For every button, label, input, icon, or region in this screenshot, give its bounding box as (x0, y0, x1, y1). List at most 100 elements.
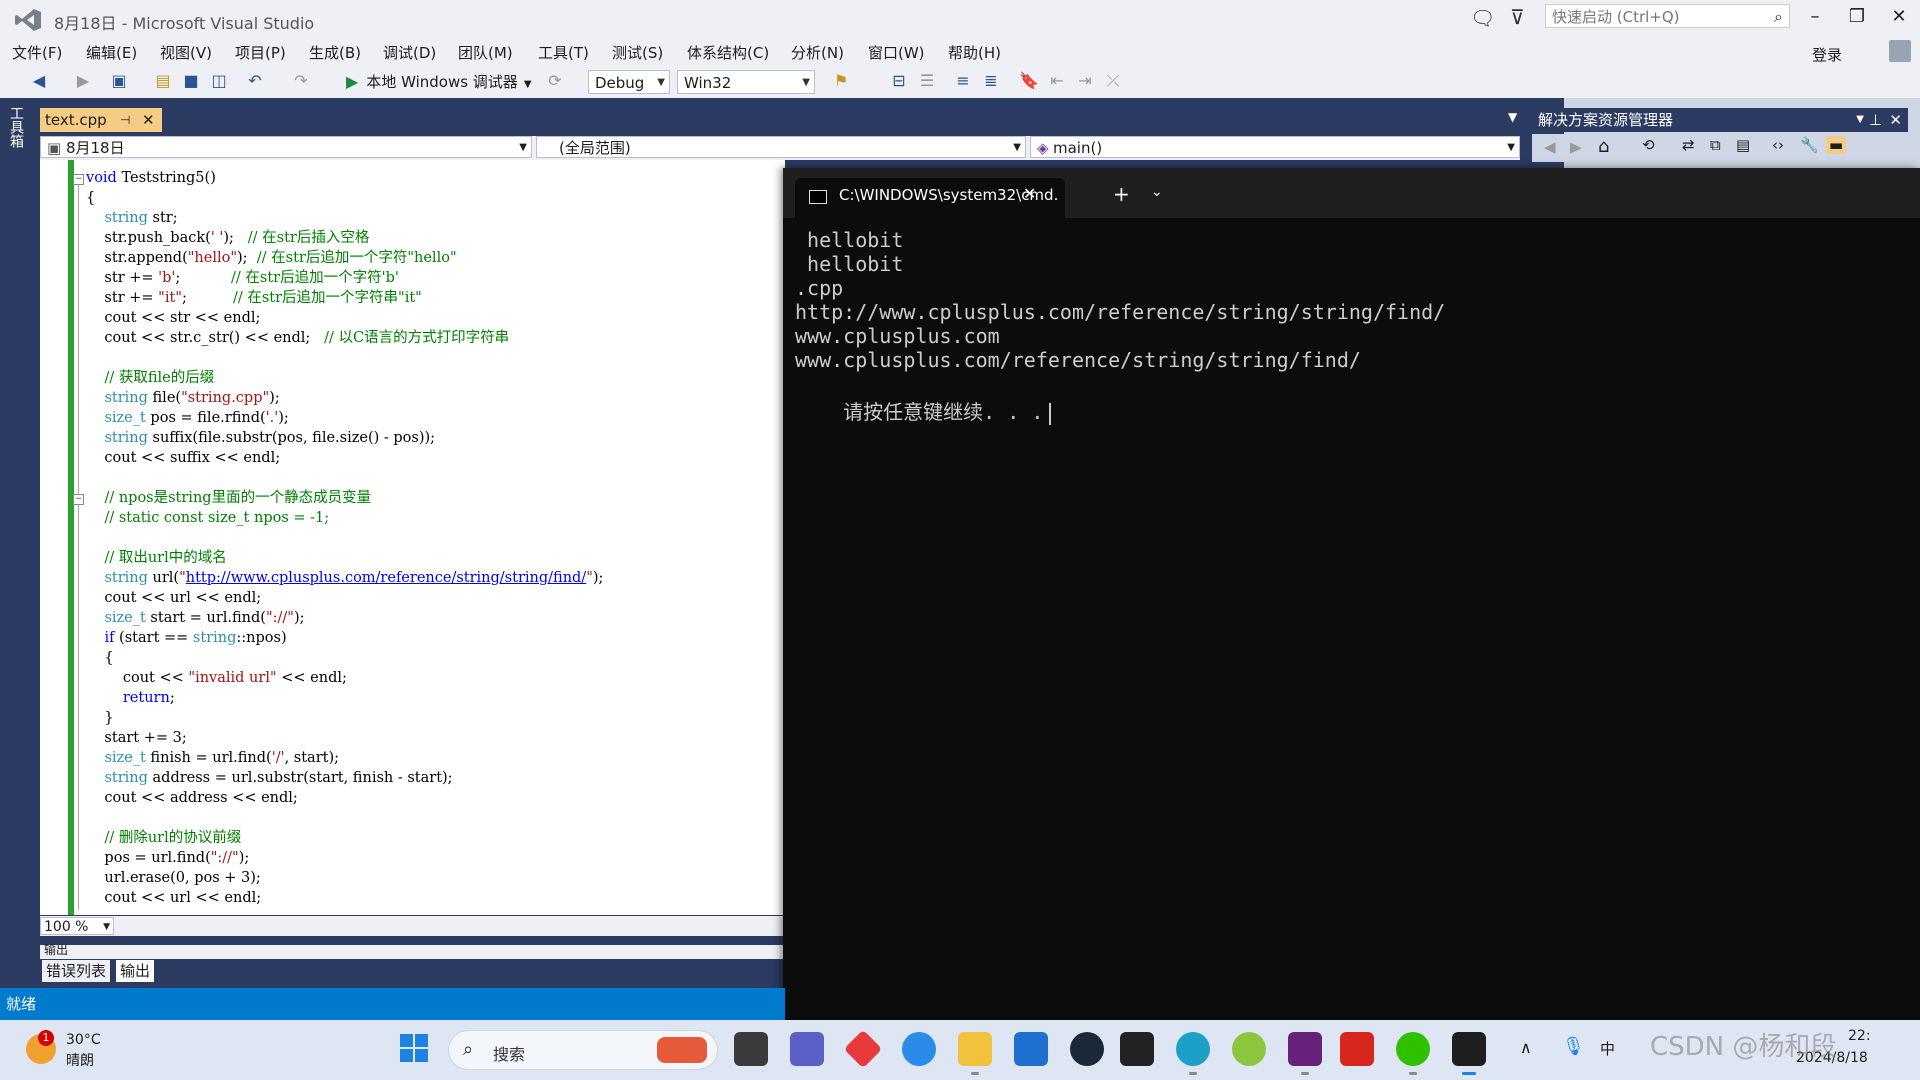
start-button[interactable] (400, 1034, 430, 1064)
menu-architecture[interactable]: 体系结构(C) (687, 42, 769, 63)
collapse-toggle[interactable]: − (73, 174, 84, 185)
tab-list-chevron-icon[interactable]: ▼ (1508, 110, 1517, 124)
uncomment-icon[interactable]: ≣ (980, 70, 1002, 92)
task-view-icon[interactable] (734, 1032, 768, 1066)
home-icon[interactable]: ⌂ (1598, 136, 1609, 157)
taskbar-search-box[interactable]: ⌕ 搜索 (448, 1030, 718, 1070)
show-all-files-icon[interactable]: ▤ (1736, 136, 1750, 154)
comment-icon[interactable]: ≡ (952, 70, 974, 92)
menu-team[interactable]: 团队(M) (458, 42, 513, 63)
view-code-icon[interactable]: ‹› (1772, 136, 1784, 154)
pin-icon[interactable]: ⊣ (120, 108, 130, 132)
menu-help[interactable]: 帮助(H) (948, 42, 1001, 63)
preview-icon[interactable]: ▬ (1826, 136, 1847, 154)
new-project-icon[interactable]: ▣ (108, 70, 130, 92)
visual-studio-icon[interactable] (1288, 1032, 1322, 1066)
outdent-icon[interactable]: ☰ (916, 70, 938, 92)
forward-icon[interactable]: ▶ (72, 70, 94, 92)
prev-bookmark-icon[interactable]: ⇤ (1046, 70, 1068, 92)
toggle-icon[interactable]: ⊟ (888, 70, 910, 92)
clear-bookmarks-icon[interactable]: ⤫ (1102, 70, 1124, 92)
code-editor[interactable]: − − void Teststring5() { string str; str.… (40, 160, 785, 915)
wechat-icon[interactable] (1396, 1032, 1430, 1066)
chevron-down-icon[interactable]: ⌄ (1151, 184, 1163, 200)
teams-icon[interactable] (790, 1032, 824, 1066)
terminal-window[interactable]: C:\WINDOWS\system32\cmd. ✕ + ⌄ hellobit … (783, 168, 1920, 1020)
menu-debug[interactable]: 调试(D) (383, 42, 436, 63)
chevron-down-icon[interactable]: ▼ (1856, 108, 1864, 132)
save-icon[interactable]: ■ (180, 70, 202, 92)
file-explorer-icon[interactable] (958, 1032, 992, 1066)
undo-icon[interactable]: ↶ (244, 70, 266, 92)
tab-text-cpp[interactable]: text.cpp ⊣ ✕ (40, 108, 162, 132)
scope-select[interactable]: (全局范围) ▼ (536, 136, 1026, 158)
account-icon[interactable] (1889, 40, 1911, 62)
restore-button[interactable]: ❐ (1842, 6, 1872, 27)
minimize-button[interactable]: – (1800, 6, 1830, 27)
collapse-all-icon[interactable]: ⧉ (1710, 136, 1721, 154)
refresh-icon[interactable]: ⇄ (1682, 136, 1695, 154)
terminal-icon[interactable] (1452, 1032, 1486, 1066)
menu-test[interactable]: 测试(S) (612, 42, 663, 63)
menu-file[interactable]: 文件(F) (12, 42, 62, 63)
edge-icon[interactable] (1176, 1032, 1210, 1066)
microsoft-store-icon[interactable] (1014, 1032, 1048, 1066)
redo-icon[interactable]: ↷ (290, 70, 312, 92)
notification-filter-icon[interactable]: ⊽ (1510, 5, 1525, 29)
menu-edit[interactable]: 编辑(E) (86, 42, 137, 63)
code-line: cout << url << endl; (86, 588, 261, 608)
quick-launch-input[interactable]: 快速启动 (Ctrl+Q) ⌕ (1545, 4, 1790, 28)
refresh-icon[interactable]: ⟳ (544, 70, 566, 92)
close-button[interactable]: ✕ (1884, 6, 1914, 27)
app-icon-red[interactable] (843, 1029, 883, 1069)
next-bookmark-icon[interactable]: ⇥ (1074, 70, 1096, 92)
help-icon[interactable] (902, 1032, 936, 1066)
pin-icon[interactable]: ⊥ (1869, 108, 1882, 132)
open-file-icon[interactable]: ▤ (152, 70, 174, 92)
start-debugging-button[interactable]: ▶ 本地 Windows 调试器 ▼ (346, 70, 532, 94)
epic-games-icon[interactable] (1120, 1032, 1154, 1066)
toolbar: ◀ ▶ ▣ ▤ ■ ◫ ↶ ↷ ▶ 本地 Windows 调试器 ▼ ⟳ Debug… (0, 66, 1920, 99)
sync-icon[interactable]: ⟲ (1642, 136, 1655, 154)
member-select[interactable]: ◈ main() ▼ (1030, 136, 1520, 158)
input-method-icon[interactable]: 中 (1600, 1038, 1615, 1059)
steam-icon[interactable] (1070, 1032, 1104, 1066)
app-icon-green[interactable] (1232, 1032, 1266, 1066)
chevron-up-icon[interactable]: ∧ (1520, 1038, 1532, 1057)
terminal-tab[interactable]: C:\WINDOWS\system32\cmd. ✕ (795, 178, 1065, 218)
new-tab-icon[interactable]: + (1113, 182, 1130, 206)
tab-output[interactable]: 输出 (116, 960, 155, 982)
collapse-toggle[interactable]: − (73, 494, 84, 505)
menu-window[interactable]: 窗口(W) (868, 42, 925, 63)
find-icon[interactable]: ⚑ (830, 70, 852, 92)
wps-icon[interactable] (1340, 1032, 1374, 1066)
menu-view[interactable]: 视图(V) (160, 42, 212, 63)
sign-in-link[interactable]: 登录 (1812, 44, 1842, 65)
toolbox-tab[interactable]: 工具箱 (4, 106, 26, 148)
search-icon[interactable]: ⌕ (1774, 5, 1783, 29)
back-icon[interactable]: ◀ (28, 70, 50, 92)
save-all-icon[interactable]: ◫ (208, 70, 230, 92)
menu-analyze[interactable]: 分析(N) (791, 42, 844, 63)
tab-error-list[interactable]: 错误列表 (42, 960, 111, 982)
menu-build[interactable]: 生成(B) (309, 42, 361, 63)
bookmark-icon[interactable]: 🔖 (1018, 70, 1040, 92)
project-select[interactable]: ▣ 8月18日 ▼ (40, 136, 532, 158)
properties-icon[interactable]: 🔧 (1800, 136, 1819, 154)
zoom-select[interactable]: 100 % ▼ (40, 917, 114, 935)
clock-time[interactable]: 22: (1848, 1028, 1871, 1044)
weather-widget[interactable]: 1 30°C 晴朗 (26, 1030, 136, 1072)
menu-tools[interactable]: 工具(T) (538, 42, 589, 63)
close-icon[interactable]: ✕ (142, 108, 155, 132)
feedback-icon[interactable]: 🗨 (1470, 6, 1495, 30)
microphone-icon[interactable]: 🎙 (1562, 1036, 1585, 1057)
platform-select[interactable]: Win32 ▼ (677, 70, 815, 94)
configuration-select[interactable]: Debug ▼ (588, 70, 670, 94)
code-token[interactable]: http://www.cplusplus.com/reference/strin… (186, 570, 586, 586)
back-icon[interactable]: ◀ (1544, 138, 1556, 156)
close-icon[interactable]: ✕ (1023, 184, 1036, 203)
forward-icon[interactable]: ▶ (1570, 138, 1582, 156)
close-icon[interactable]: ✕ (1889, 108, 1902, 132)
menu-project[interactable]: 项目(P) (235, 42, 286, 63)
